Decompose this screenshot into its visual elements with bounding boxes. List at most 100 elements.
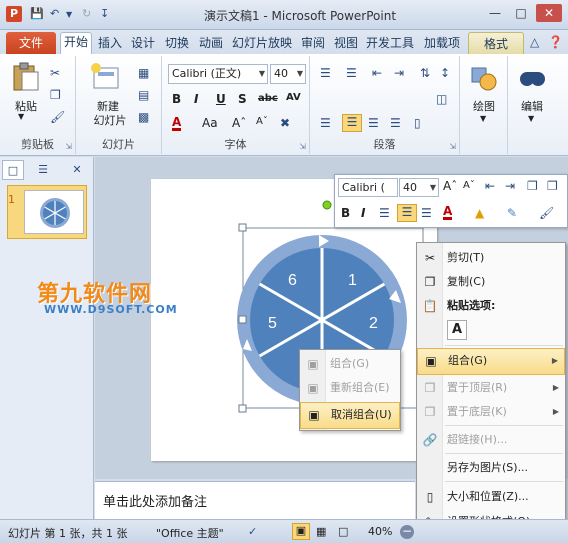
close-panel-icon[interactable]: ✕ xyxy=(66,160,88,180)
mini-decrease-indent-icon[interactable]: ⇤ xyxy=(485,179,495,193)
reset-icon[interactable]: ▤ xyxy=(138,88,149,102)
zoom-out-icon[interactable]: − xyxy=(400,525,414,539)
powerpoint-logo-icon[interactable]: P xyxy=(6,6,22,22)
tab-design[interactable]: 设计 xyxy=(128,34,158,54)
theme-name[interactable]: "Office 主题" xyxy=(156,525,224,541)
menu-save-as-picture[interactable]: 另存为图片(S)... xyxy=(417,456,565,479)
line-spacing-icon[interactable]: ⇅ xyxy=(420,66,430,80)
decrease-indent-icon[interactable]: ⇤ xyxy=(372,66,382,80)
font-size-combo[interactable]: 40 ▼ xyxy=(270,64,306,84)
mini-italic-icon[interactable]: I xyxy=(361,206,365,220)
font-launcher-icon[interactable]: ⇲ xyxy=(299,142,306,151)
outline-tab-icon[interactable]: ☰ xyxy=(32,160,54,180)
mini-shrink-font-icon[interactable]: Aˇ xyxy=(463,180,475,191)
paragraph-launcher-icon[interactable]: ⇲ xyxy=(449,142,456,151)
layout-icon[interactable]: ▦ xyxy=(138,66,149,80)
font-color-icon[interactable]: A xyxy=(172,116,182,131)
paste-keep-text-icon[interactable]: A xyxy=(447,320,467,340)
italic-icon[interactable]: I xyxy=(194,92,198,106)
align-right-icon[interactable]: ☰ xyxy=(368,116,379,130)
font-name-dropdown-icon[interactable]: ▼ xyxy=(259,65,265,83)
redo-icon[interactable]: ↻ xyxy=(82,7,91,21)
submenu-regroup[interactable]: ▣ 重新组合(E) xyxy=(300,376,400,399)
new-slide-label-2[interactable]: 幻灯片 xyxy=(84,112,136,128)
clipboard-launcher-icon[interactable]: ⇲ xyxy=(65,142,72,151)
mini-bold-icon[interactable]: B xyxy=(341,206,350,220)
submenu-group[interactable]: ▣ 组合(G) xyxy=(300,352,400,375)
menu-bring-to-front[interactable]: ❐ 置于顶层(R) ▶ xyxy=(417,376,565,399)
save-icon[interactable]: 💾 xyxy=(30,7,44,21)
maximize-button[interactable]: □ xyxy=(508,4,534,22)
mini-send-backward-icon[interactable]: ❐ xyxy=(547,179,558,193)
menu-hyperlink[interactable]: 🔗 超链接(H)... xyxy=(417,428,565,451)
new-slide-icon[interactable] xyxy=(90,62,122,92)
mini-format-painter-icon[interactable]: 🖌 xyxy=(539,206,554,220)
minimize-button[interactable]: — xyxy=(482,4,508,22)
paste-dropdown-icon[interactable]: ▼ xyxy=(18,112,24,121)
smartart-icon[interactable]: ◫ xyxy=(436,92,447,106)
text-direction-icon[interactable]: ↕ xyxy=(440,66,450,80)
align-left-icon[interactable]: ☰ xyxy=(320,116,331,130)
find-icon[interactable] xyxy=(516,64,548,94)
menu-cut[interactable]: ✂ 剪切(T) xyxy=(417,246,565,269)
tab-format[interactable]: 格式 xyxy=(468,32,524,54)
numbering-icon[interactable]: ☰ xyxy=(346,66,357,80)
slides-tab-icon[interactable]: □ xyxy=(2,160,24,180)
rotate-handle-icon[interactable] xyxy=(322,200,332,210)
shrink-font-icon[interactable]: Aˇ xyxy=(256,116,268,127)
customize-qat-icon[interactable]: ↧ xyxy=(100,7,109,21)
mini-size-dropdown-icon[interactable]: ▼ xyxy=(430,179,436,197)
mini-size-combo[interactable]: 40 ▼ xyxy=(399,178,439,197)
paste-icon[interactable] xyxy=(10,62,42,92)
underline-icon[interactable]: U xyxy=(216,92,226,106)
bullets-icon[interactable]: ☰ xyxy=(320,66,331,80)
format-painter-icon[interactable]: 🖌 xyxy=(50,110,65,124)
align-center-icon[interactable]: ☰ xyxy=(342,114,362,132)
cut-icon[interactable]: ✂ xyxy=(50,66,60,80)
bold-icon[interactable]: B xyxy=(172,92,181,106)
paste-button[interactable]: 粘贴 xyxy=(6,98,46,114)
submenu-ungroup[interactable]: ▣ 取消组合(U) xyxy=(300,402,400,429)
mini-increase-indent-icon[interactable]: ⇥ xyxy=(505,179,515,193)
tab-transitions[interactable]: 切换 xyxy=(162,34,192,54)
resize-handle-bottom-left[interactable] xyxy=(238,404,247,413)
resize-handle-top-left[interactable] xyxy=(238,223,247,232)
tab-slideshow[interactable]: 幻灯片放映 xyxy=(230,34,294,54)
resize-handle-left[interactable] xyxy=(238,315,247,324)
tab-developer[interactable]: 开发工具 xyxy=(364,34,416,54)
menu-group[interactable]: ▣ 组合(G) ▶ xyxy=(417,348,565,375)
font-size-dropdown-icon[interactable]: ▼ xyxy=(297,65,303,83)
mini-fill-color-icon[interactable]: ▲ xyxy=(475,206,484,220)
shadow-icon[interactable]: S xyxy=(238,92,247,106)
columns-icon[interactable]: ▯ xyxy=(414,116,421,130)
editing-button[interactable]: 编辑 xyxy=(512,98,552,114)
reading-view-icon[interactable]: □ xyxy=(338,525,348,538)
normal-view-icon[interactable]: ▣ xyxy=(292,523,310,540)
drawing-button[interactable]: 绘图 xyxy=(464,98,504,114)
char-spacing-icon[interactable]: AV xyxy=(286,92,301,103)
undo-icon[interactable]: ↶ xyxy=(50,7,59,21)
section-icon[interactable]: ▩ xyxy=(138,110,149,124)
tab-view[interactable]: 视图 xyxy=(332,34,360,54)
mini-align-center-icon[interactable]: ☰ xyxy=(397,204,417,222)
mini-bring-forward-icon[interactable]: ❐ xyxy=(527,179,538,193)
grow-font-icon[interactable]: Aˆ xyxy=(232,116,246,130)
close-button[interactable]: ✕ xyxy=(536,4,562,22)
mini-align-left-icon[interactable]: ☰ xyxy=(379,206,390,220)
editing-dropdown-icon[interactable]: ▼ xyxy=(528,114,534,123)
strikethrough-icon[interactable]: abc xyxy=(258,93,278,104)
drawing-dropdown-icon[interactable]: ▼ xyxy=(480,114,486,123)
menu-size-position[interactable]: ▯ 大小和位置(Z)... xyxy=(417,485,565,508)
spell-check-icon[interactable]: ✓ xyxy=(248,525,257,538)
tab-file[interactable]: 文件 xyxy=(6,32,56,54)
menu-send-to-back[interactable]: ❐ 置于底层(K) ▶ xyxy=(417,400,565,423)
copy-icon[interactable]: ❐ xyxy=(50,88,61,102)
shapes-icon[interactable] xyxy=(468,64,500,94)
slide-sorter-icon[interactable]: ▦ xyxy=(316,525,326,538)
tab-review[interactable]: 审阅 xyxy=(298,34,328,54)
mini-grow-font-icon[interactable]: Aˆ xyxy=(443,179,457,193)
menu-copy[interactable]: ❐ 复制(C) xyxy=(417,270,565,293)
mini-outline-icon[interactable]: ✎ xyxy=(507,206,517,220)
collapse-ribbon-icon[interactable]: △ xyxy=(530,35,539,49)
tab-insert[interactable]: 插入 xyxy=(96,34,124,54)
